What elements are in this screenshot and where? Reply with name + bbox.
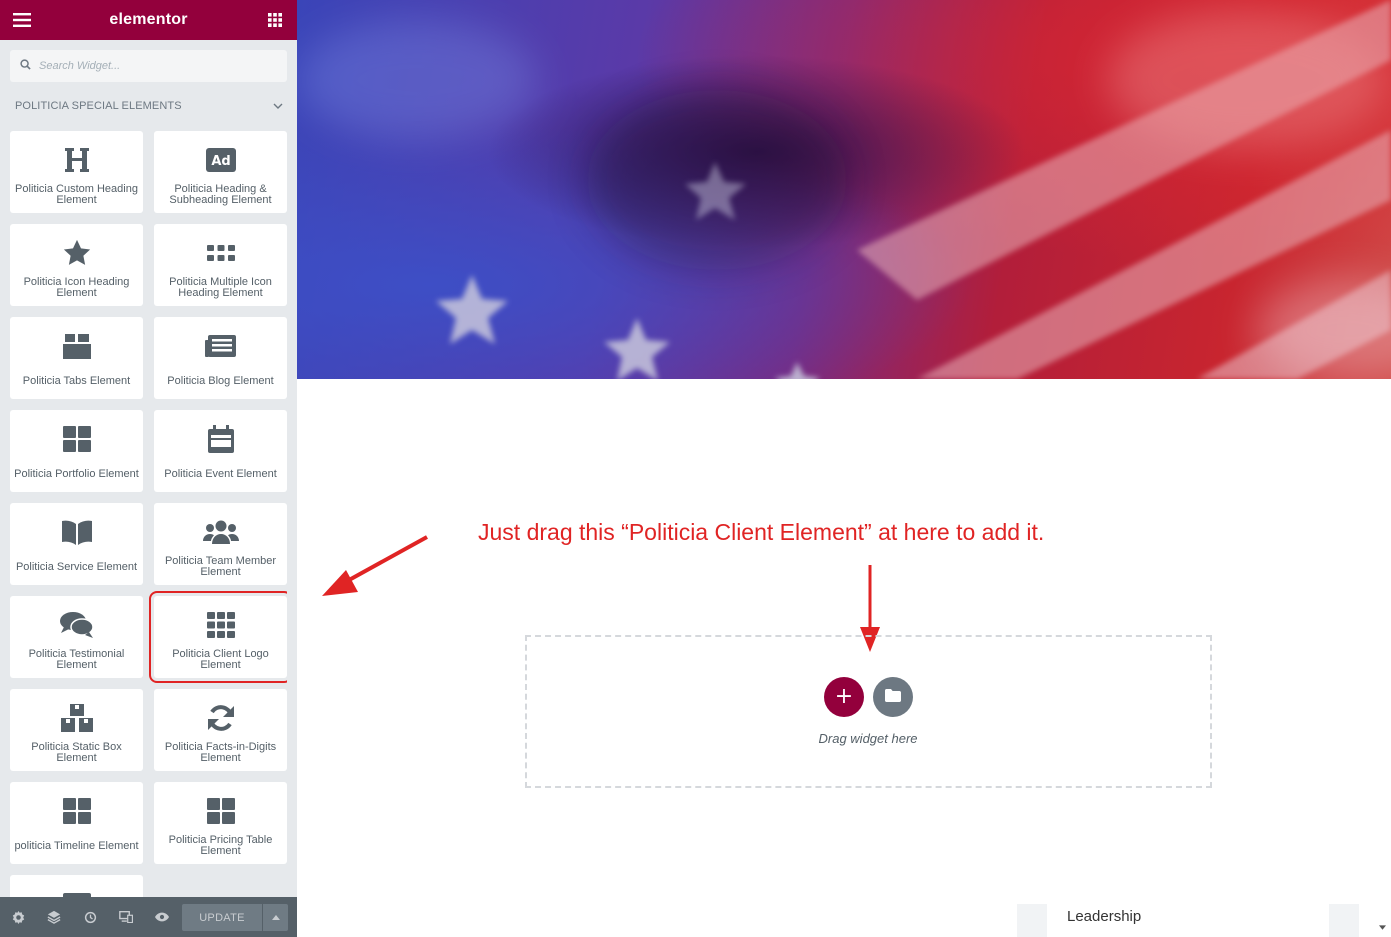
editor-panel: elementor POLITICIA SPECIAL ELEMENTS Pol… [0, 0, 297, 937]
widget-timeline[interactable]: politicia Timeline Element [10, 782, 143, 864]
tiles-icon [206, 795, 235, 827]
section-placeholder [1329, 904, 1359, 937]
refresh-icon [206, 702, 236, 734]
widget-label: Politicia Pricing Table Element [168, 834, 273, 857]
grid-icon[interactable] [265, 10, 285, 30]
heading-icon [63, 144, 91, 176]
ad-icon: Ad [205, 144, 236, 176]
widget-label: Politicia Testimonial Element [28, 648, 125, 671]
widget-blog[interactable]: Politicia Blog Element [154, 317, 287, 399]
search-input[interactable] [39, 60, 269, 72]
star-icon [62, 237, 92, 269]
widget-facts-in-digits[interactable]: Politicia Facts-in-Digits Element [154, 689, 287, 771]
hero-flag-image [297, 0, 1391, 379]
widget-static-box[interactable]: Politicia Static Box Element [10, 689, 143, 771]
arrow-left-icon [322, 535, 428, 596]
newspaper-icon [204, 330, 237, 362]
calendar-icon [207, 423, 234, 455]
add-section-button[interactable]: + [824, 677, 864, 717]
widget-label: politicia Timeline Element [14, 840, 139, 852]
category-toggle[interactable]: POLITICIA SPECIAL ELEMENTS [15, 99, 283, 113]
widget-label: Politicia Icon Heading Element [23, 276, 130, 299]
widget-service[interactable]: Politicia Service Element [10, 503, 143, 585]
search-icon [20, 57, 31, 75]
boxes-icon [60, 702, 93, 734]
caret-up-icon[interactable] [263, 904, 288, 931]
widget-grid: Politicia Custom Heading Element Ad Poli… [10, 131, 287, 897]
tiles-icon [62, 423, 91, 455]
search-box [10, 50, 287, 82]
widget-icon-heading[interactable]: Politicia Icon Heading Element [10, 224, 143, 306]
widget-label: Politicia Heading & Subheading Element [169, 183, 272, 206]
widget-label: Politicia Service Element [15, 561, 138, 573]
contact-card-icon [62, 888, 91, 897]
widget-testimonial[interactable]: Politicia Testimonial Element [10, 596, 143, 678]
widget-partial[interactable] [10, 875, 143, 897]
plus-icon: + [834, 684, 854, 709]
chevron-down-icon [273, 100, 283, 112]
layers-icon[interactable] [36, 897, 72, 937]
hamburger-icon[interactable] [12, 10, 32, 30]
scroll-down-icon[interactable] [1376, 920, 1388, 934]
tiles-icon [62, 795, 91, 827]
widget-label: Politicia Custom Heading Element [15, 183, 138, 206]
drop-zone[interactable] [525, 635, 1212, 788]
svg-text:Ad: Ad [211, 154, 230, 169]
widget-pricing-table[interactable]: Politicia Pricing Table Element [154, 782, 287, 864]
widget-label: Politicia Client Logo Element [172, 648, 269, 671]
widget-label: Politicia Static Box Element [31, 741, 122, 764]
widget-heading-subheading[interactable]: Ad Politicia Heading & Subheading Elemen… [154, 131, 287, 213]
widget-label: Politicia Blog Element [167, 375, 274, 387]
leadership-label: Leadership [1067, 908, 1142, 925]
folder-icon [885, 689, 901, 705]
widget-label: Politicia Multiple Icon Heading Element [169, 276, 272, 299]
update-button[interactable]: UPDATE [182, 904, 262, 931]
box-icon [62, 330, 92, 362]
widget-event[interactable]: Politicia Event Element [154, 410, 287, 492]
comments-icon [59, 609, 94, 641]
settings-icon[interactable] [0, 897, 36, 937]
widget-portfolio[interactable]: Politicia Portfolio Element [10, 410, 143, 492]
section-placeholder [1017, 904, 1047, 937]
panel-header: elementor [0, 0, 297, 40]
widget-label: Politicia Event Element [164, 468, 277, 480]
book-icon [61, 516, 93, 548]
instruction-annotation: Just drag this “Politicia Client Element… [478, 519, 1045, 545]
users-icon [202, 516, 239, 548]
widget-custom-heading[interactable]: Politicia Custom Heading Element [10, 131, 143, 213]
widget-label: Politicia Portfolio Element [14, 468, 139, 480]
preview-icon[interactable] [144, 897, 180, 937]
drop-hint: Drag widget here [818, 731, 918, 746]
widget-team-member[interactable]: Politicia Team Member Element [154, 503, 287, 585]
add-template-button[interactable] [873, 677, 913, 717]
responsive-icon[interactable] [108, 897, 144, 937]
history-icon[interactable] [72, 897, 108, 937]
widget-client-logo[interactable]: Politicia Client Logo Element [149, 591, 287, 683]
widget-multiple-icon-heading[interactable]: Politicia Multiple Icon Heading Element [154, 224, 287, 306]
category-title: POLITICIA SPECIAL ELEMENTS [15, 100, 182, 112]
widget-label: Politicia Facts-in-Digits Element [164, 741, 277, 764]
flag-artwork [297, 0, 1391, 379]
grid-icon [206, 609, 235, 641]
widget-label: Politicia Team Member Element [164, 555, 277, 578]
dots-grid-icon [206, 237, 235, 269]
brand-logo: elementor [109, 11, 188, 28]
widget-label: Politicia Tabs Element [22, 375, 131, 387]
widget-tabs[interactable]: Politicia Tabs Element [10, 317, 143, 399]
